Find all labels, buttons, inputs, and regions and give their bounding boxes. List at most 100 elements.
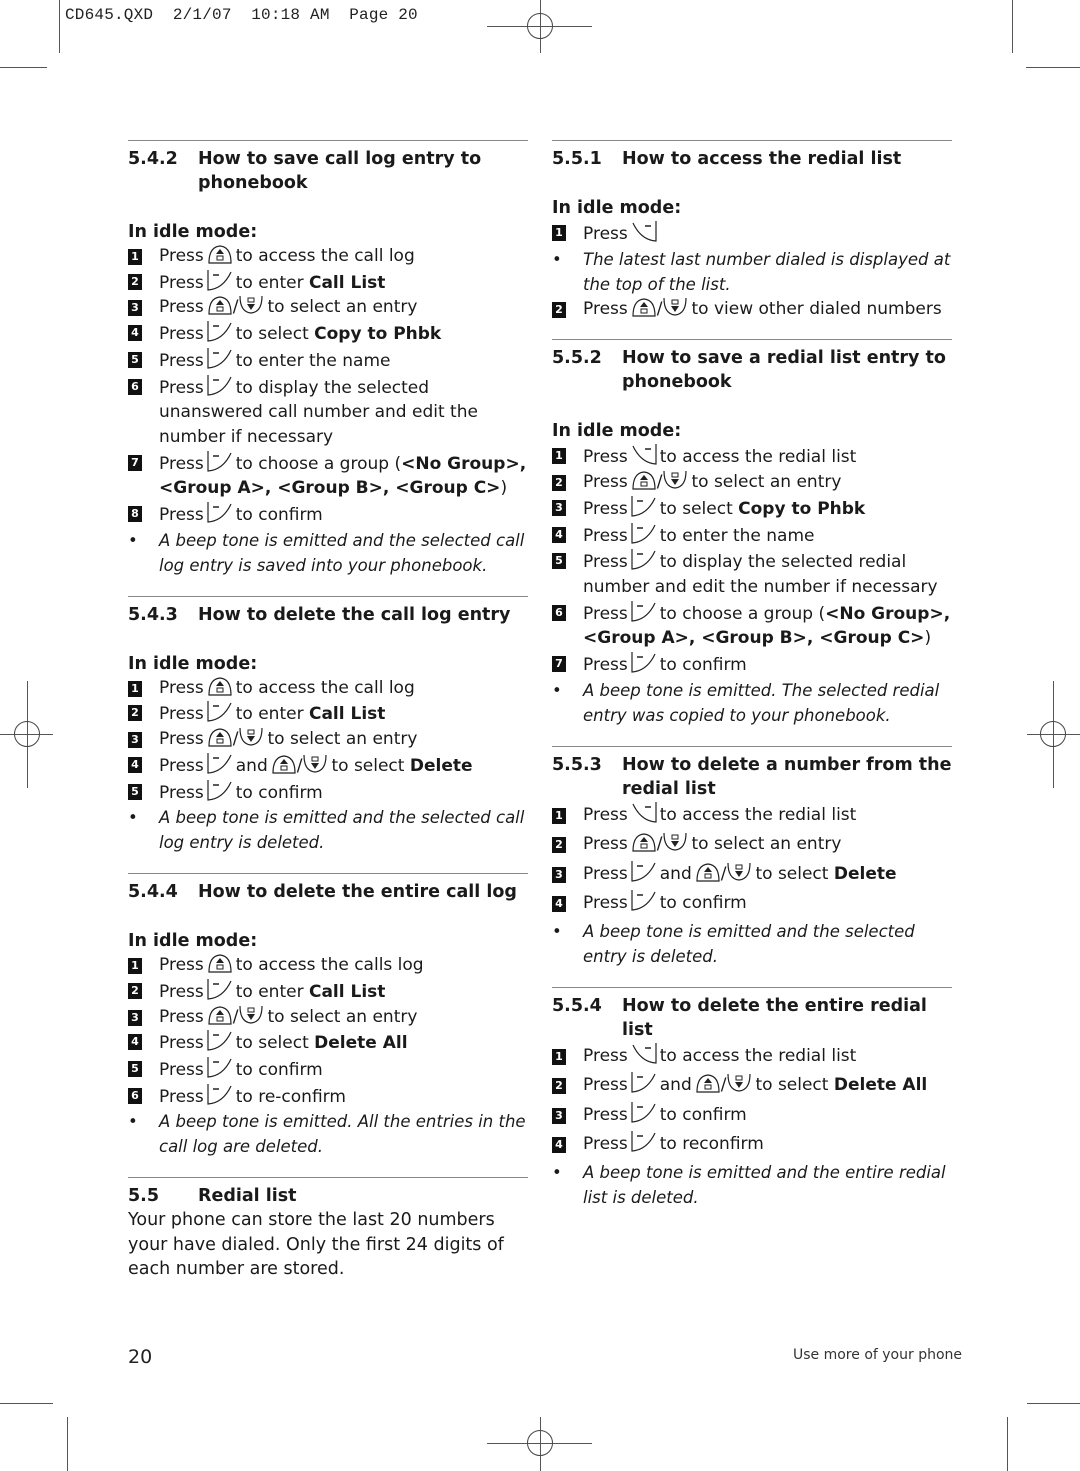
note-text: The latest last number dialed is display… (583, 249, 951, 294)
step-number: 5 (128, 351, 142, 368)
step-text: to select (235, 1033, 315, 1054)
down-phonebook-key-icon (239, 296, 264, 315)
bullet: • (128, 530, 138, 550)
section-heading: 5.4.4 How to delete the entire call log (128, 880, 528, 904)
bullet: • (552, 1162, 562, 1182)
step: 2 Press to enter Call List (128, 978, 528, 1005)
step-number: 4 (552, 1137, 566, 1154)
section-title: How to save a redial list entry to phone… (622, 348, 946, 393)
section-number: 5.4.2 (128, 149, 178, 169)
left-column: 5.4.2 How to save call log entry to phon… (128, 140, 528, 1300)
step-text: to select an entry (691, 472, 842, 493)
menu-option: Delete All (314, 1033, 408, 1054)
right-softkey-icon (207, 502, 232, 523)
step: 3 Press / to select an entry (128, 727, 528, 752)
step-press: Press (159, 246, 204, 266)
step-text: to enter (235, 272, 309, 293)
note-text: A beep tone is emitted and the selected … (583, 921, 915, 966)
crop-mark (1026, 67, 1080, 68)
right-softkey-icon (631, 1072, 656, 1093)
step-text: to access the redial list (659, 1045, 857, 1066)
step: 8 Press to confirm (128, 501, 528, 528)
left-softkey-redial-icon (632, 221, 657, 242)
section-number: 5.5 (128, 1186, 160, 1207)
step: 6 Press to choose a group (<No Group>, <Gr… (552, 600, 952, 651)
note: • The latest last number dialed is displa… (552, 247, 952, 297)
registration-circle (1040, 721, 1066, 747)
down-phonebook-key-icon (727, 1074, 752, 1092)
and-word: and (659, 1075, 692, 1096)
registration-circle (14, 721, 40, 747)
mode-label: In idle mode: (128, 931, 258, 952)
step: 3 Press and / to select Delete (552, 860, 952, 890)
step-press: Press (583, 863, 628, 884)
step: 6 Press to display the selected unanswered… (128, 374, 528, 450)
down-phonebook-key-icon (663, 471, 688, 489)
section-heading: 5.5.3 How to delete a number from the re… (552, 753, 952, 801)
step: 4 Press to select Delete All (128, 1029, 528, 1056)
step-number: 6 (128, 378, 142, 395)
section-number: 5.5.2 (552, 348, 602, 369)
step-press: Press (159, 1006, 204, 1027)
section-title: How to access the redial list (622, 149, 902, 169)
up-calllog-key-icon (208, 245, 232, 264)
step-press: Press (159, 677, 204, 698)
section-title: How to delete the entire call log (198, 882, 517, 903)
menu-option: Copy to Phbk (738, 498, 866, 519)
step-press: Press (583, 1104, 628, 1125)
step-text: to confirm (659, 655, 747, 676)
note: • A beep tone is emitted. All the entries… (128, 1109, 528, 1159)
step-text: to choose a group ( (235, 453, 402, 474)
step-number: 3 (552, 1107, 566, 1124)
step-number: 3 (128, 1009, 142, 1026)
right-softkey-icon (207, 347, 232, 369)
mode-label: In idle mode: (128, 653, 258, 674)
mode-label: In idle mode: (552, 198, 682, 218)
right-softkey-icon (631, 522, 656, 544)
step-number: 1 (128, 958, 142, 975)
step-press: Press (159, 1086, 204, 1107)
step-text: to enter (235, 981, 309, 1002)
step-press: Press (159, 272, 204, 293)
step-press: Press (583, 1045, 628, 1066)
step-text: to access the call log (235, 246, 415, 266)
step-text: to select an entry (267, 1006, 418, 1027)
step-text: to select an entry (267, 729, 418, 750)
section-number: 5.4.4 (128, 882, 178, 903)
step-list: 1 Press to access the redial list 2 Press / to… (552, 443, 952, 677)
section-title: Redial list (198, 1186, 297, 1207)
step-number: 1 (552, 225, 566, 241)
section-5-5-4: 5.5.4 How to delete the entire redial li… (552, 986, 952, 1210)
right-softkey-icon (207, 701, 232, 723)
section-5-5-2: 5.5.2 How to save a redial list entry to… (552, 339, 952, 727)
step-press: Press (159, 704, 204, 725)
step-press: Press (583, 804, 628, 825)
step-press: Press (159, 297, 204, 318)
step: 1 Press to access the call log (128, 244, 528, 269)
step-number: 1 (552, 807, 566, 824)
section-5-5: 5.5 Redial list Your phone can store the… (128, 1177, 528, 1282)
step-number: 4 (128, 1034, 142, 1051)
step-text: to select (755, 863, 834, 884)
step-number: 1 (128, 249, 142, 265)
section-5-5-3: 5.5.3 How to delete a number from the re… (552, 745, 952, 969)
section-heading: 5.5 Redial list (128, 1184, 528, 1208)
section-5-4-3: 5.4.3 How to delete the call log entry I… (128, 595, 528, 856)
note-text: A beep tone is emitted and the selected … (159, 530, 525, 575)
menu-option: Call List (308, 704, 386, 725)
step-text: to reconfirm (659, 1134, 764, 1155)
note: • A beep tone is emitted and the selected… (128, 805, 528, 855)
up-calllog-key-icon (696, 863, 720, 882)
step-number: 5 (552, 553, 566, 570)
down-phonebook-key-icon (663, 833, 688, 851)
step-number: 4 (128, 325, 142, 342)
down-phonebook-key-icon (727, 862, 752, 881)
and-word: and (659, 863, 692, 884)
step-press: Press (583, 447, 628, 468)
step-number: 2 (552, 1078, 566, 1095)
step-number: 3 (128, 300, 142, 317)
step-number: 6 (552, 604, 566, 621)
right-softkey-icon (207, 752, 232, 774)
step-press: Press (159, 1033, 204, 1054)
step: 4 Press to enter the name (552, 522, 952, 549)
